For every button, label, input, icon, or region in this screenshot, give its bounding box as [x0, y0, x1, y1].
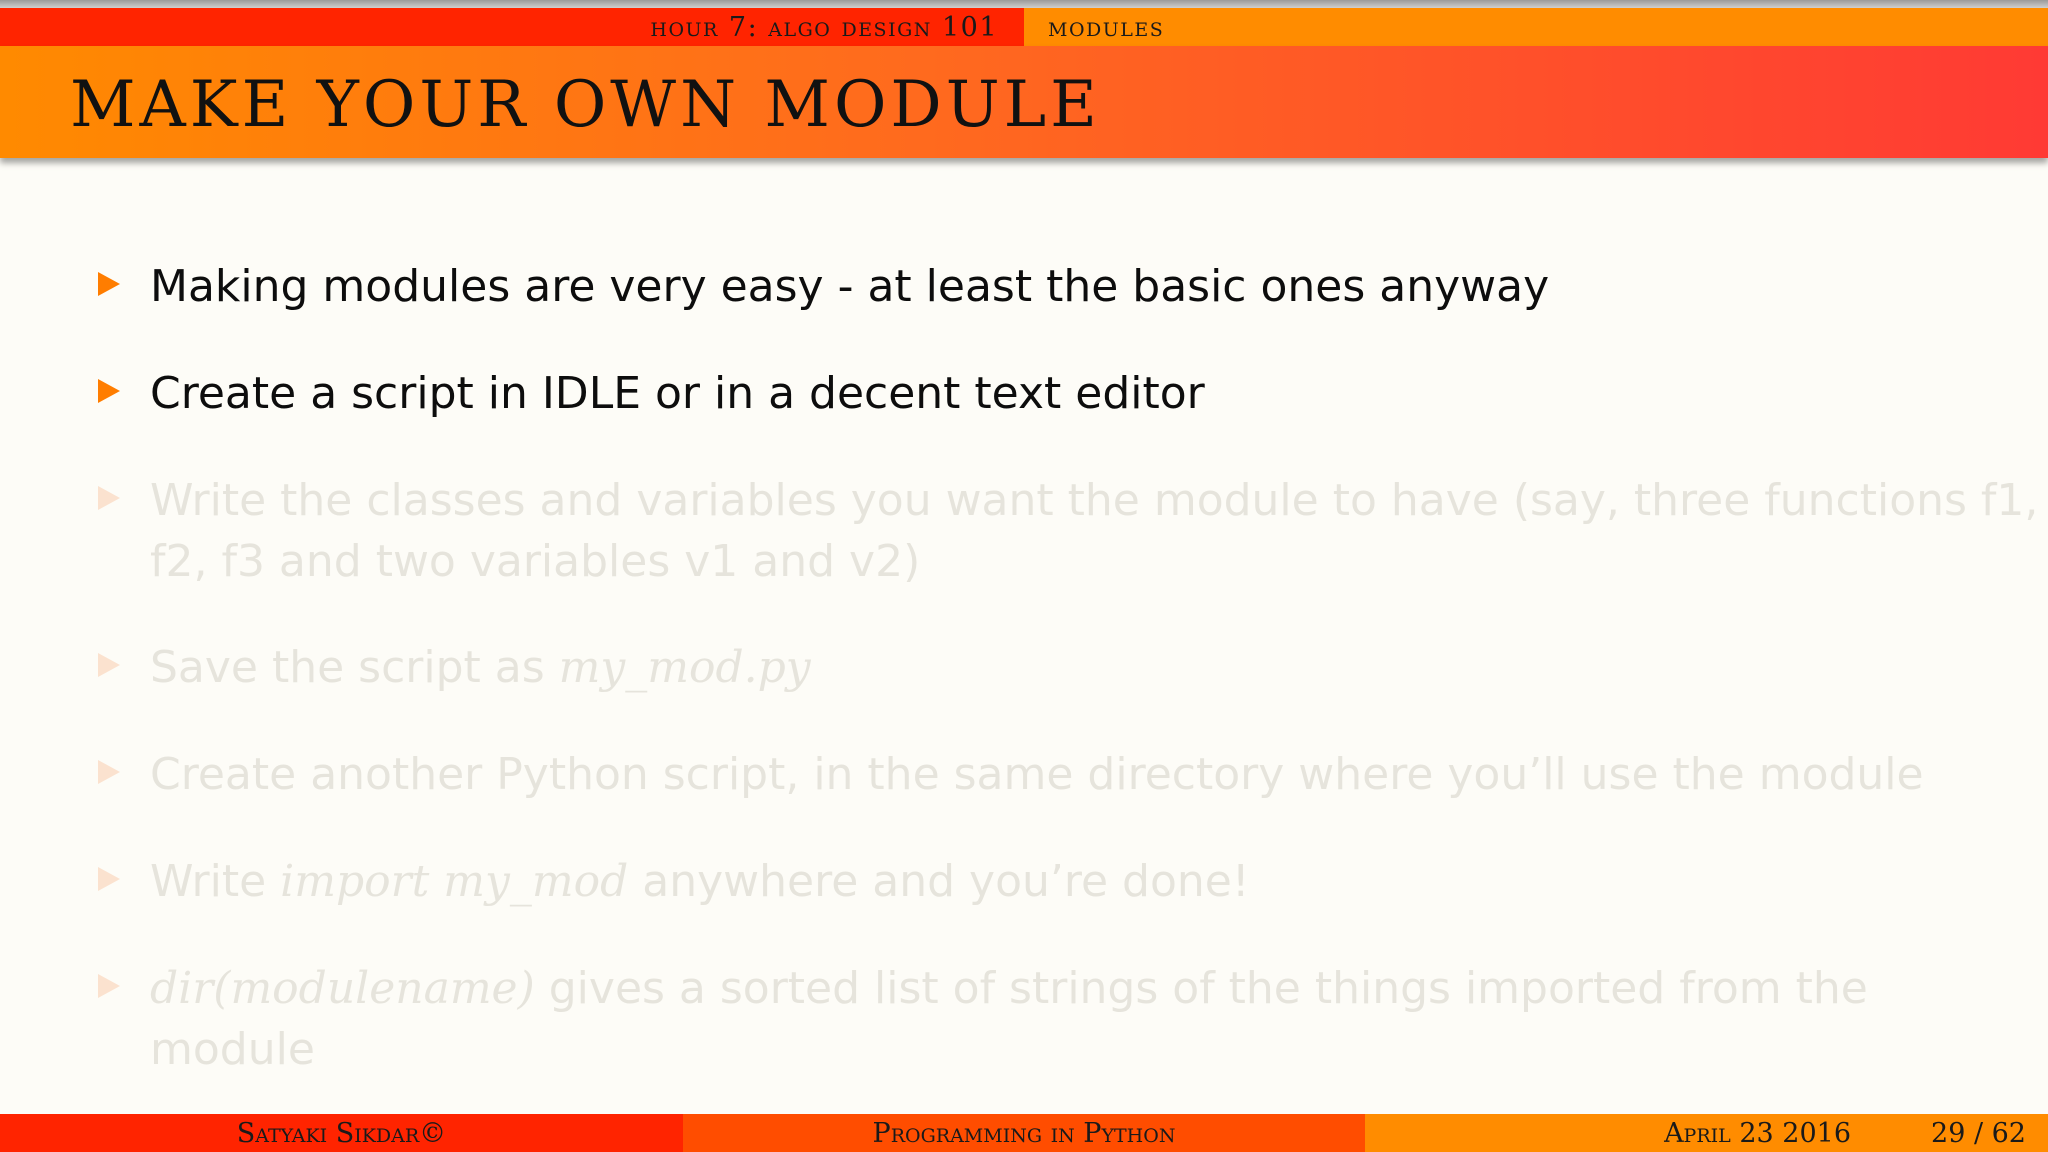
footer-bar: Satyaki Sikdar© Programming in Python Ap…	[0, 1114, 2048, 1152]
bullet-text: Write the classes and variables you want…	[150, 475, 2039, 587]
bullet-text-part: Save the script as	[150, 642, 559, 693]
bullet-item-hidden: Write import my_mod anywhere and you’re …	[98, 851, 2040, 912]
bullet-text: dir(modulename) gives a sorted list of s…	[150, 958, 2040, 1080]
bullet-arrow-icon	[98, 760, 120, 784]
bullet-text: Create another Python script, in the sam…	[150, 749, 1924, 800]
bullet-arrow-icon	[98, 974, 120, 998]
bullet-arrow-icon	[98, 379, 120, 403]
footer-date: April 23 2016	[1664, 1117, 1852, 1149]
bullet-text: Making modules are very easy - at least …	[150, 261, 1550, 312]
bullet-item-hidden: dir(modulename) gives a sorted list of s…	[98, 958, 2040, 1080]
bullet-arrow-icon	[98, 486, 120, 510]
bullet-math: dir(modulename)	[150, 963, 535, 1014]
bullet-item-hidden: Write the classes and variables you want…	[98, 470, 2040, 592]
bullet-arrow-icon	[98, 867, 120, 891]
bullet-text: Save the script as my_mod.py	[150, 637, 2040, 698]
bullet-item-hidden: Create another Python script, in the sam…	[98, 744, 2040, 805]
footer-author: Satyaki Sikdar©	[0, 1114, 683, 1152]
footer-info: April 23 2016 29 / 62	[1365, 1114, 2048, 1152]
footer-course: Programming in Python	[683, 1114, 1365, 1152]
bullet-text: Create a script in IDLE or in a decent t…	[150, 368, 1205, 419]
bullet-math: import my_mod	[280, 856, 629, 907]
bullet-item: Making modules are very easy - at least …	[98, 256, 2040, 317]
bullet-text-part: anywhere and you’re done!	[628, 856, 1250, 907]
bullet-text: Write import my_mod anywhere and you’re …	[150, 851, 2040, 912]
bullet-arrow-icon	[98, 653, 120, 677]
bullet-math: my_mod.py	[558, 642, 811, 693]
bullet-arrow-icon	[98, 272, 120, 296]
bullet-item: Create a script in IDLE or in a decent t…	[98, 363, 2040, 424]
page-number: 29 / 62	[1931, 1117, 2026, 1149]
bullet-item-hidden: Save the script as my_mod.py	[98, 637, 2040, 698]
slide-content: Making modules are very easy - at least …	[0, 0, 2048, 1152]
bullet-text-part: Write	[150, 856, 281, 907]
